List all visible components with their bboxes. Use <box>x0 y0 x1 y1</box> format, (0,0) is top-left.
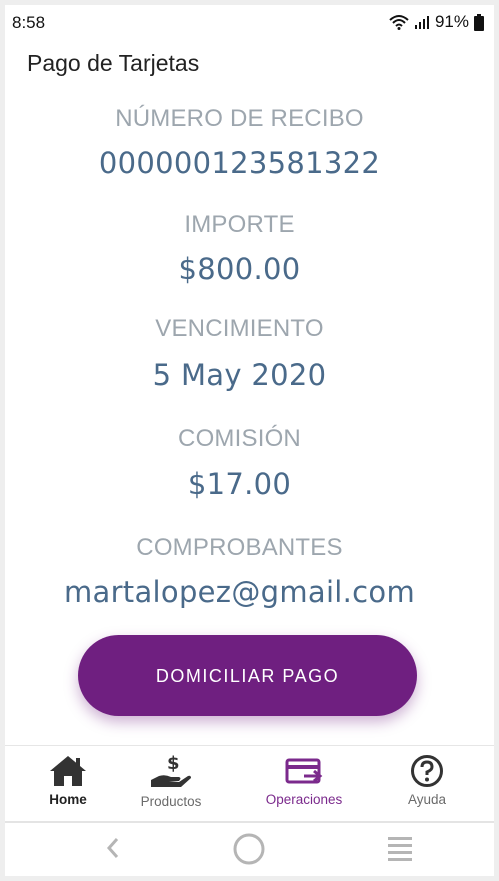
home-circle-icon[interactable] <box>232 832 266 871</box>
hand-money-icon: $ <box>121 754 221 790</box>
nav-item-operaciones[interactable]: Operaciones <box>254 754 354 807</box>
domiciliar-pago-button[interactable]: DOMICILIAR PAGO <box>78 635 417 716</box>
page-title: Pago de Tarjetas <box>27 50 200 76</box>
recent-apps-icon[interactable] <box>387 834 413 867</box>
card-transfer-icon <box>254 754 354 788</box>
bottom-navigation: Home $ Productos Operaciones Ayuda <box>5 745 494 822</box>
nav-label-ayuda: Ayuda <box>407 792 447 807</box>
nav-item-ayuda[interactable]: Ayuda <box>377 754 477 807</box>
vouchers-email-value: martalopez@gmail.com <box>63 575 416 609</box>
app-screen: 8:58 91% Pago de Tarjetas NÚMERO DE RECI… <box>5 5 494 876</box>
vouchers-label: COMPROBANTES <box>136 534 343 561</box>
due-date-value: 5 May 2020 <box>152 358 327 392</box>
nav-label-productos: Productos <box>140 794 202 809</box>
fee-value: $17.00 <box>187 467 292 501</box>
receipt-number-label: NÚMERO DE RECIBO <box>115 105 364 132</box>
status-time: 8:58 <box>12 13 46 32</box>
nav-label-operaciones: Operaciones <box>265 792 343 807</box>
nav-label-home: Home <box>49 792 87 807</box>
amount-label: IMPORTE <box>184 211 295 238</box>
amount-value: $800.00 <box>178 252 301 286</box>
status-bar: 8:58 91% <box>5 5 494 39</box>
battery-icon <box>474 13 484 31</box>
home-icon <box>18 754 118 788</box>
svg-text:$: $ <box>167 754 180 774</box>
battery-percent: 91% <box>434 12 469 31</box>
system-navigation-bar <box>5 821 494 876</box>
status-indicators: 91% <box>389 12 484 32</box>
back-icon[interactable] <box>103 833 123 868</box>
due-date-label: VENCIMIENTO <box>155 315 324 342</box>
nav-item-productos[interactable]: $ Productos <box>121 754 221 809</box>
wifi-icon <box>389 14 409 30</box>
help-icon <box>377 754 477 788</box>
receipt-number-value: 000000123581322 <box>98 146 381 180</box>
nav-item-home[interactable]: Home <box>18 754 118 807</box>
signal-icon <box>414 14 430 30</box>
fee-label: COMISIÓN <box>178 425 301 452</box>
